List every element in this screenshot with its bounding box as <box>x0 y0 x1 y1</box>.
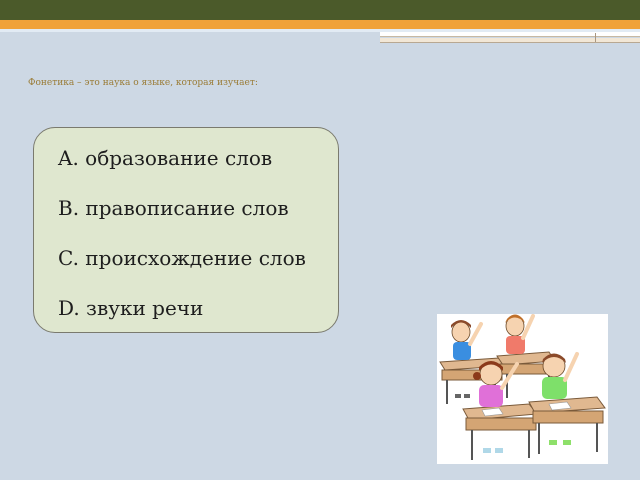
answer-option-c[interactable]: C. происхождение слов <box>58 246 306 270</box>
child-red <box>505 314 535 354</box>
child-blue <box>451 320 483 398</box>
answer-options-box: A. образование слов B. правописание слов… <box>33 127 339 333</box>
front-desk-right <box>528 396 606 454</box>
decorative-divider <box>595 33 640 42</box>
answer-option-a[interactable]: A. образование слов <box>58 146 272 170</box>
question-text: Фонетика – это наука о языке, которая из… <box>28 78 258 88</box>
answer-option-b[interactable]: B. правописание слов <box>58 196 289 220</box>
classroom-illustration <box>437 314 608 464</box>
classroom-children-icon <box>439 314 606 460</box>
answer-option-d[interactable]: D. звуки речи <box>58 296 203 320</box>
top-bar <box>0 0 640 20</box>
accent-stripe <box>0 20 640 29</box>
